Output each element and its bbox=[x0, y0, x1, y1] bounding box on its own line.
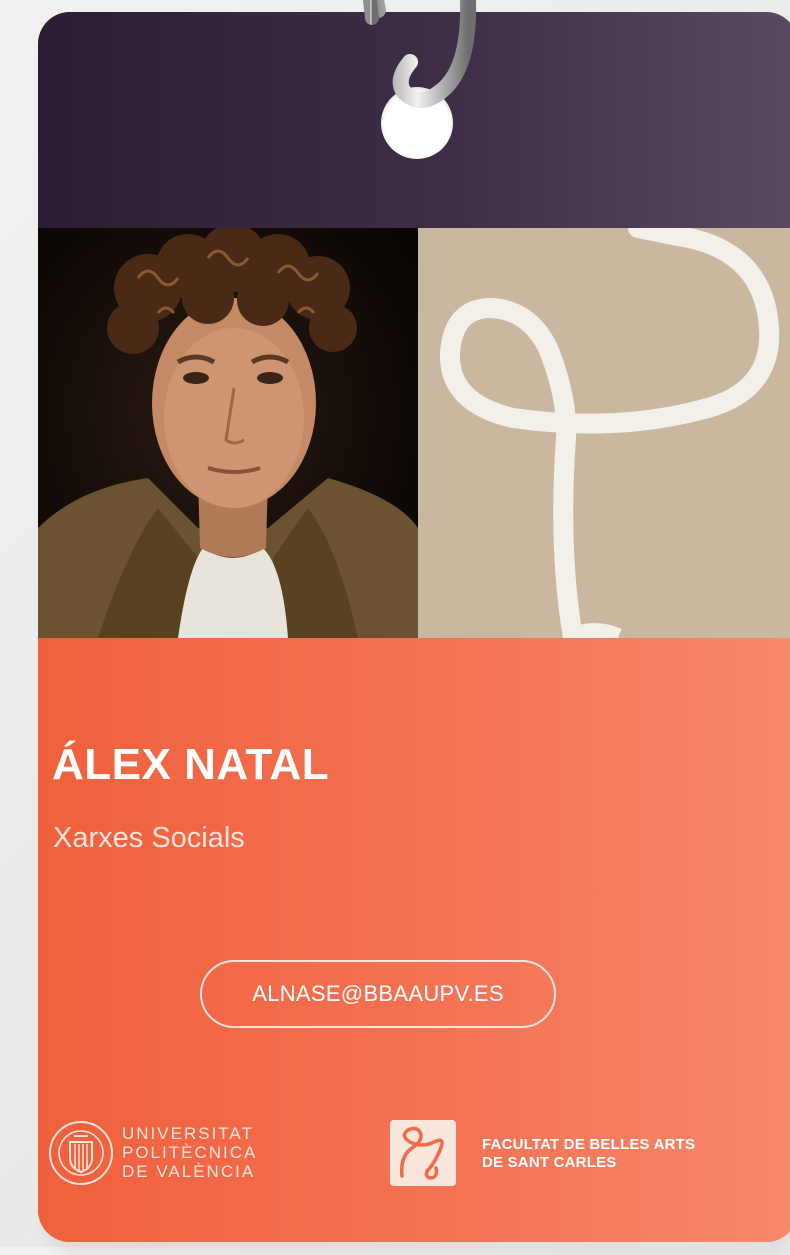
university-line: DE VALÈNCIA bbox=[122, 1162, 256, 1181]
university-line: UNIVERSITAT bbox=[122, 1124, 254, 1143]
person-name: ÁLEX NATAL bbox=[52, 740, 330, 789]
university-name: UNIVERSITAT POLITÈCNICA DE VALÈNCIA bbox=[122, 1124, 257, 1181]
portrait-illustration bbox=[38, 228, 418, 638]
id-badge-card bbox=[38, 12, 790, 1242]
email-button[interactable]: ALNASE@BBAAUPV.ES bbox=[200, 960, 556, 1028]
top-color-band bbox=[38, 12, 790, 228]
email-text: ALNASE@BBAAUPV.ES bbox=[252, 981, 504, 1006]
university-seal-icon bbox=[49, 1121, 113, 1185]
faculty-line: DE SANT CARLES bbox=[482, 1154, 617, 1171]
faculty-line: FACULTAT DE BELLES ARTS bbox=[482, 1136, 696, 1153]
lanyard-hole bbox=[381, 87, 453, 159]
department-label: Xarxes Socials bbox=[53, 822, 245, 854]
portrait-photo bbox=[38, 228, 418, 638]
faculty-logo-icon bbox=[390, 1120, 456, 1186]
faculty-name: FACULTAT DE BELLES ARTS DE SANT CARLES bbox=[482, 1136, 695, 1172]
decorative-pattern bbox=[418, 228, 790, 638]
swirl-line-graphic bbox=[439, 228, 780, 638]
university-line: POLITÈCNICA bbox=[122, 1143, 258, 1162]
